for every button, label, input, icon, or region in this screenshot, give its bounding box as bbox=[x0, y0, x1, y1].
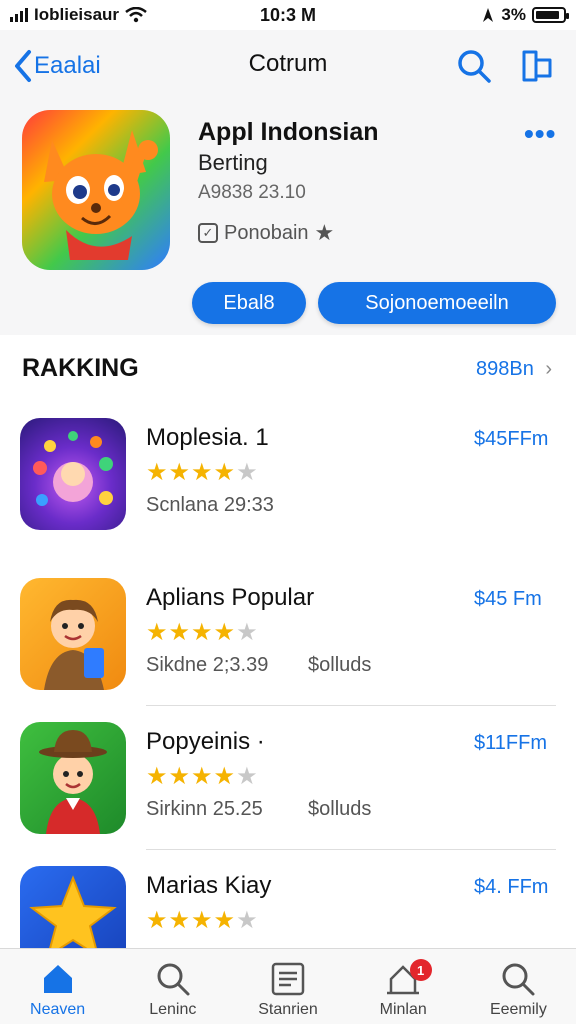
see-all-label: 898Bn bbox=[476, 358, 534, 380]
section-title: RAKKING bbox=[22, 354, 139, 382]
tab-search[interactable]: Leninc bbox=[115, 949, 230, 1024]
secondary-action-button[interactable]: Sojonoemoeeiln bbox=[318, 282, 556, 324]
app-name: Appl Indonsian bbox=[198, 118, 379, 146]
item-price: $11FFm bbox=[474, 732, 547, 754]
search-icon bbox=[502, 963, 535, 996]
rating-stars: ★★★★★ bbox=[146, 907, 259, 934]
app-icon bbox=[20, 578, 126, 690]
tab-home[interactable]: Neaven bbox=[0, 949, 115, 1024]
app-category: ✓ Ponobain ★ bbox=[198, 220, 334, 246]
divider bbox=[146, 849, 556, 850]
item-name: Aplians Popular bbox=[146, 584, 315, 611]
app-subtitle: Berting bbox=[198, 150, 268, 175]
battery-fill bbox=[536, 11, 560, 19]
app-header-section: Eaalai Cotrum Appl Indonsian Berting A98… bbox=[0, 30, 576, 335]
signal-icon bbox=[10, 8, 28, 22]
tab-updates[interactable]: 1 Minlan bbox=[346, 949, 461, 1024]
item-detail: Scnlana 29:33 bbox=[146, 494, 274, 516]
list-item[interactable]: Moplesia. 1 ★★★★★ Scnlana 29:33 $45FFm bbox=[0, 418, 576, 558]
chevron-right-icon: › bbox=[545, 358, 553, 380]
carrier-label: Ioblieisaur bbox=[34, 5, 120, 24]
tab-label: Leninc bbox=[149, 1001, 197, 1018]
checkbox-icon: ✓ bbox=[198, 223, 218, 243]
home-icon bbox=[43, 965, 72, 993]
search-icon bbox=[157, 963, 190, 996]
bubbles-icon bbox=[33, 431, 113, 506]
tab-bar: Neaven Leninc Stanrien 1 Minlan Eeemily bbox=[0, 948, 576, 1024]
boy-character-icon bbox=[44, 599, 104, 690]
app-icon-large bbox=[22, 110, 170, 270]
location-icon bbox=[483, 8, 494, 22]
search-icon[interactable] bbox=[456, 48, 492, 84]
battery-percent: 3% bbox=[501, 5, 526, 24]
tab-search-alt[interactable]: Eeemily bbox=[461, 949, 576, 1024]
rating-stars: ★★★★★ bbox=[146, 459, 259, 486]
item-detail: Sikdne 2;3.39 bbox=[146, 654, 269, 676]
status-left: Ioblieisaur bbox=[10, 5, 481, 25]
notification-badge: 1 bbox=[409, 959, 432, 981]
more-options-icon[interactable]: ••• bbox=[524, 118, 556, 150]
app-category-label: Ponobain bbox=[224, 221, 309, 244]
list-icon bbox=[271, 962, 305, 996]
item-detail: Sirkinn 25.25 bbox=[146, 798, 263, 820]
rating-stars: ★★★★★ bbox=[146, 763, 259, 790]
status-right: 3% bbox=[481, 5, 569, 25]
item-name: Marias Kiay bbox=[146, 872, 272, 899]
item-detail-secondary: $olluds bbox=[308, 654, 372, 676]
item-name: Moplesia. 1 bbox=[146, 424, 269, 451]
star-icon: ★ bbox=[314, 220, 335, 245]
tab-list[interactable]: Stanrien bbox=[230, 949, 345, 1024]
tab-label: Neaven bbox=[30, 1001, 86, 1018]
primary-action-button[interactable]: Ebal8 bbox=[192, 282, 306, 324]
divider bbox=[146, 705, 556, 706]
item-price: $4. FFm bbox=[474, 876, 549, 898]
status-bar: Ioblieisaur 10:3 M 3% bbox=[0, 0, 576, 30]
list-item[interactable]: Aplians Popular ★★★★★ Sikdne 2;3.39 $oll… bbox=[0, 578, 576, 718]
cowboy-character-icon bbox=[39, 730, 107, 834]
app-icon bbox=[20, 722, 126, 834]
item-price: $45FFm bbox=[474, 428, 549, 450]
tab-label: Minlan bbox=[379, 1001, 427, 1018]
battery-icon bbox=[532, 7, 569, 23]
navigation-bar: Eaalai Cotrum bbox=[0, 42, 576, 90]
tab-label: Eeemily bbox=[489, 1001, 547, 1018]
item-price: $45 Fm bbox=[474, 588, 542, 610]
fox-mascot-icon bbox=[44, 130, 158, 260]
list-item[interactable]: Popyeinis · ★★★★★ Sirkinn 25.25 $olluds … bbox=[0, 722, 576, 862]
share-icon[interactable] bbox=[516, 46, 556, 86]
rating-stars: ★★★★★ bbox=[146, 619, 259, 646]
tab-label: Stanrien bbox=[258, 1001, 318, 1018]
item-detail-secondary: $olluds bbox=[308, 798, 372, 820]
app-meta: A9838 23.10 bbox=[198, 182, 306, 203]
app-icon bbox=[20, 418, 126, 530]
see-all-link[interactable]: 898Bn › bbox=[476, 358, 552, 381]
wifi-icon bbox=[125, 7, 147, 23]
item-name: Popyeinis · bbox=[146, 728, 265, 755]
